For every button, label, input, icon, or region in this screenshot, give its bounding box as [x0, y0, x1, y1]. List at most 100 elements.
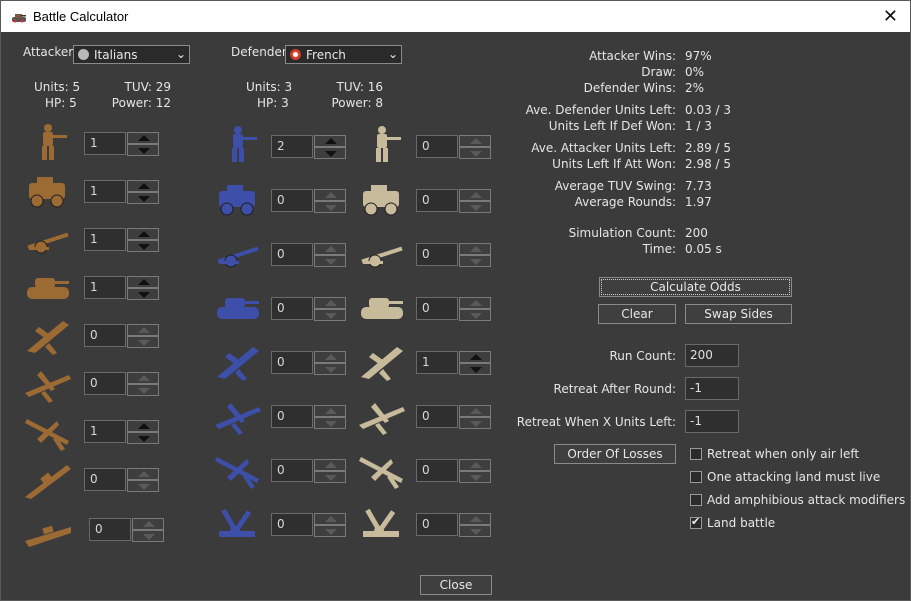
defender-alt-unit-count-spinner[interactable] [459, 297, 491, 321]
defender-alt-unit-count-input[interactable]: 0 [416, 243, 458, 266]
spinner-up-arrow-icon[interactable] [314, 513, 346, 525]
spinner-down-arrow-icon[interactable] [127, 240, 159, 252]
defender-alt-unit-count-input[interactable]: 0 [416, 459, 458, 482]
defender-unit-count-spinner[interactable] [314, 351, 346, 375]
defender-unit-count-input[interactable]: 2 [271, 135, 313, 158]
attacker-unit-count-spinner[interactable] [127, 228, 159, 252]
spinner-up-arrow-icon[interactable] [127, 276, 159, 288]
defender-unit-count-spinner[interactable] [314, 189, 346, 213]
spinner-down-arrow-icon[interactable] [459, 525, 491, 537]
amphibious-modifiers-checkbox[interactable] [690, 494, 702, 506]
attacker-unit-count-input[interactable]: 1 [84, 276, 126, 299]
defender-alt-unit-count-spinner[interactable] [459, 513, 491, 537]
defender-unit-count-input[interactable]: 0 [271, 243, 313, 266]
defender-unit-count-spinner[interactable] [314, 243, 346, 267]
spinner-down-arrow-icon[interactable] [132, 530, 164, 542]
defender-alt-unit-count-input[interactable]: 0 [416, 297, 458, 320]
retreat-units-left-input[interactable]: -1 [685, 410, 739, 433]
defender-alt-unit-count-input[interactable]: 0 [416, 513, 458, 536]
retreat-after-round-input[interactable]: -1 [685, 377, 739, 400]
spinner-down-arrow-icon[interactable] [127, 480, 159, 492]
spinner-down-arrow-icon[interactable] [314, 471, 346, 483]
defender-unit-count-spinner[interactable] [314, 459, 346, 483]
spinner-up-arrow-icon[interactable] [314, 243, 346, 255]
spinner-up-arrow-icon[interactable] [459, 297, 491, 309]
defender-alt-unit-count-input[interactable]: 0 [416, 189, 458, 212]
defender-unit-count-spinner[interactable] [314, 405, 346, 429]
defender-alt-unit-count-input[interactable]: 1 [416, 351, 458, 374]
defender-alt-unit-count-input[interactable]: 0 [416, 135, 458, 158]
spinner-up-arrow-icon[interactable] [127, 228, 159, 240]
spinner-up-arrow-icon[interactable] [314, 405, 346, 417]
spinner-up-arrow-icon[interactable] [127, 324, 159, 336]
attacker-unit-count-spinner[interactable] [127, 276, 159, 300]
one-land-must-live-checkbox[interactable] [690, 471, 702, 483]
spinner-down-arrow-icon[interactable] [314, 147, 346, 159]
attacker-unit-count-spinner[interactable] [127, 180, 159, 204]
clear-button[interactable]: Clear [598, 304, 676, 324]
spinner-down-arrow-icon[interactable] [314, 255, 346, 267]
attacker-unit-count-spinner[interactable] [127, 420, 159, 444]
close-button[interactable]: Close [420, 575, 492, 595]
run-count-input[interactable]: 200 [685, 344, 739, 367]
spinner-up-arrow-icon[interactable] [314, 351, 346, 363]
attacker-unit-count-spinner[interactable] [127, 468, 159, 492]
spinner-up-arrow-icon[interactable] [459, 513, 491, 525]
attacker-unit-count-input[interactable]: 1 [84, 180, 126, 203]
spinner-up-arrow-icon[interactable] [127, 132, 159, 144]
land-battle-checkbox[interactable] [690, 515, 702, 529]
defender-unit-count-input[interactable]: 0 [271, 459, 313, 482]
attacker-unit-count-input[interactable]: 0 [84, 324, 126, 347]
attacker-unit-count-input[interactable]: 0 [84, 468, 126, 491]
order-of-losses-button[interactable]: Order Of Losses [554, 444, 676, 464]
defender-unit-count-input[interactable]: 0 [271, 351, 313, 374]
spinner-down-arrow-icon[interactable] [459, 309, 491, 321]
spinner-up-arrow-icon[interactable] [314, 297, 346, 309]
attacker-unit-count-input[interactable]: 1 [84, 420, 126, 443]
spinner-up-arrow-icon[interactable] [127, 372, 159, 384]
spinner-down-arrow-icon[interactable] [314, 309, 346, 321]
attacker-unit-count-input[interactable]: 0 [89, 518, 131, 541]
spinner-down-arrow-icon[interactable] [314, 525, 346, 537]
attacker-unit-count-input[interactable]: 1 [84, 132, 126, 155]
attacker-unit-count-spinner[interactable] [127, 372, 159, 396]
spinner-up-arrow-icon[interactable] [459, 459, 491, 471]
spinner-up-arrow-icon[interactable] [314, 189, 346, 201]
attacker-unit-count-input[interactable]: 0 [84, 372, 126, 395]
defender-unit-count-input[interactable]: 0 [271, 513, 313, 536]
spinner-up-arrow-icon[interactable] [127, 468, 159, 480]
attacker-unit-count-input[interactable]: 1 [84, 228, 126, 251]
defender-alt-unit-count-spinner[interactable] [459, 459, 491, 483]
defender-nation-select[interactable]: French ⌄ [285, 45, 402, 64]
spinner-up-arrow-icon[interactable] [314, 459, 346, 471]
spinner-down-arrow-icon[interactable] [127, 432, 159, 444]
window-close-icon[interactable]: ✕ [883, 6, 898, 26]
spinner-down-arrow-icon[interactable] [127, 384, 159, 396]
spinner-up-arrow-icon[interactable] [314, 135, 346, 147]
calculate-odds-button[interactable]: Calculate Odds [599, 277, 792, 297]
defender-alt-unit-count-input[interactable]: 0 [416, 405, 458, 428]
swap-sides-button[interactable]: Swap Sides [685, 304, 792, 324]
spinner-up-arrow-icon[interactable] [127, 180, 159, 192]
defender-unit-count-spinner[interactable] [314, 297, 346, 321]
spinner-up-arrow-icon[interactable] [127, 420, 159, 432]
retreat-only-air-checkbox[interactable] [690, 448, 702, 460]
spinner-down-arrow-icon[interactable] [314, 201, 346, 213]
defender-unit-count-spinner[interactable] [314, 135, 346, 159]
spinner-down-arrow-icon[interactable] [459, 471, 491, 483]
spinner-down-arrow-icon[interactable] [127, 144, 159, 156]
spinner-up-arrow-icon[interactable] [132, 518, 164, 530]
defender-unit-count-input[interactable]: 0 [271, 297, 313, 320]
spinner-down-arrow-icon[interactable] [127, 192, 159, 204]
spinner-down-arrow-icon[interactable] [459, 363, 491, 375]
defender-unit-count-spinner[interactable] [314, 513, 346, 537]
spinner-down-arrow-icon[interactable] [314, 363, 346, 375]
attacker-unit-count-spinner[interactable] [127, 324, 159, 348]
attacker-unit-count-spinner[interactable] [132, 518, 164, 542]
spinner-down-arrow-icon[interactable] [127, 336, 159, 348]
attacker-nation-select[interactable]: Italians ⌄ [73, 45, 190, 64]
spinner-down-arrow-icon[interactable] [314, 417, 346, 429]
defender-unit-count-input[interactable]: 0 [271, 405, 313, 428]
defender-unit-count-input[interactable]: 0 [271, 189, 313, 212]
spinner-down-arrow-icon[interactable] [459, 255, 491, 267]
